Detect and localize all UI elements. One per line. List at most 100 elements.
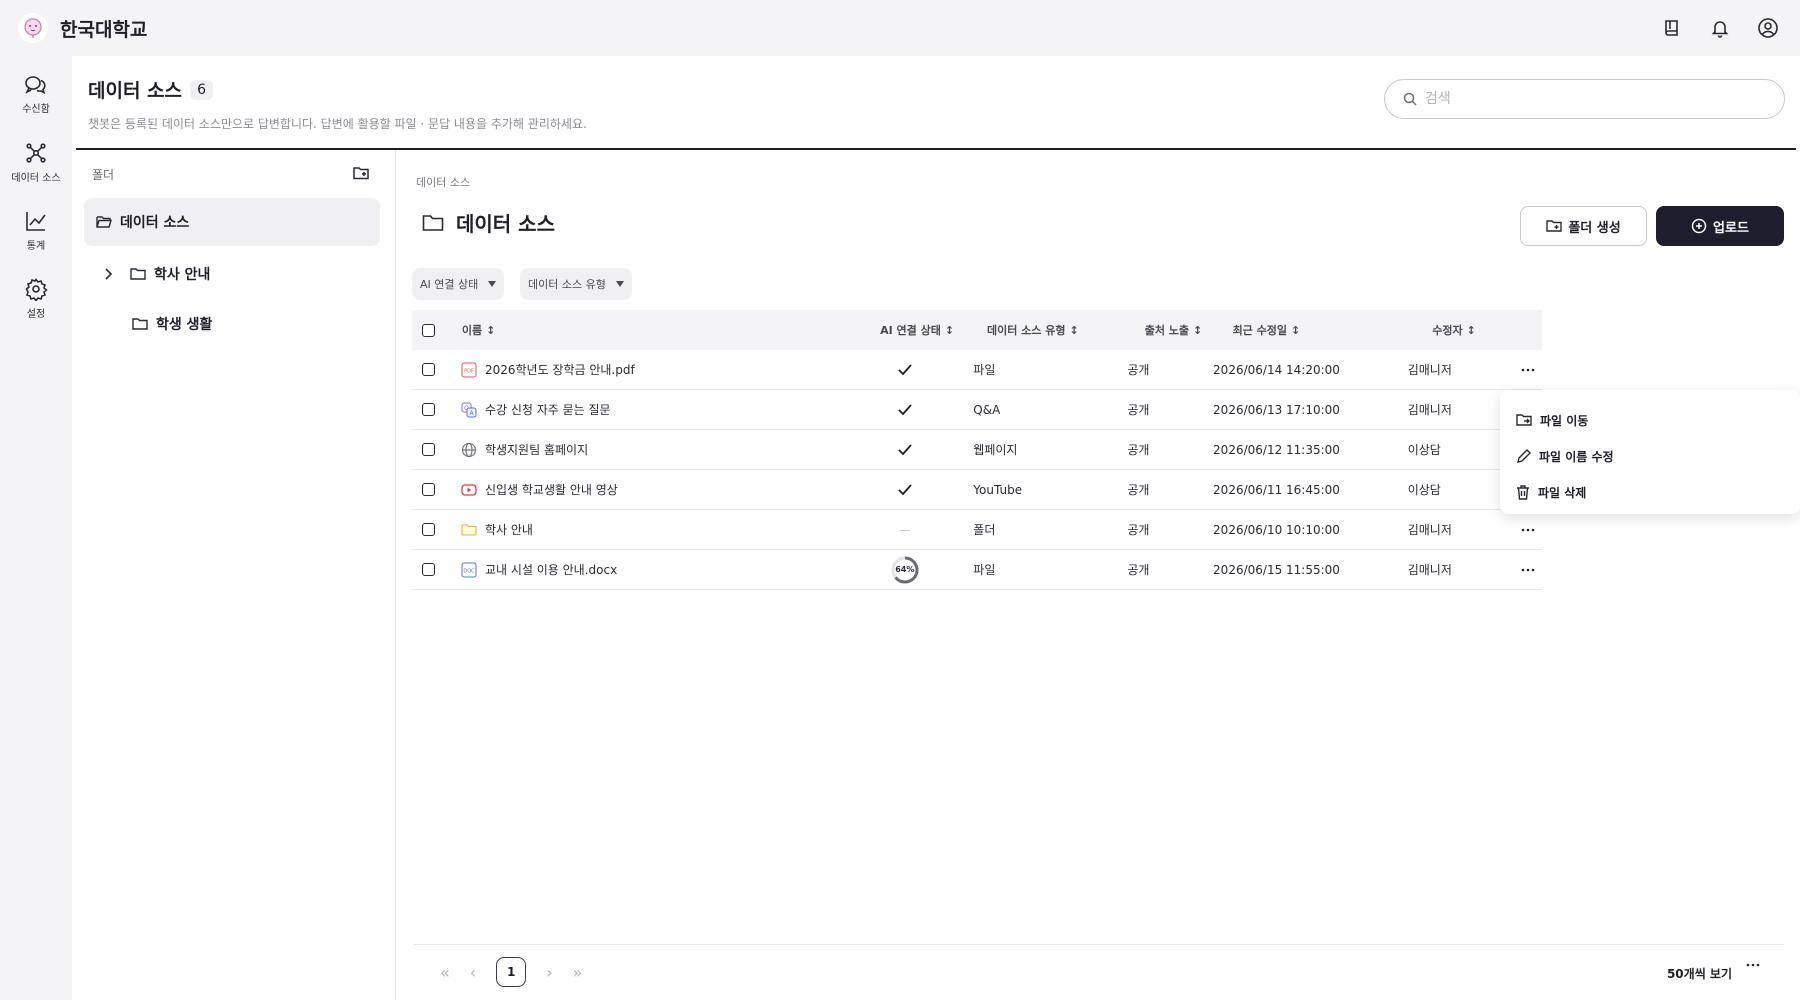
pager-more-button[interactable]: [1746, 963, 1760, 967]
row-more-button[interactable]: [1515, 528, 1542, 532]
column-header-name[interactable]: 이름 ↕: [462, 322, 861, 338]
menu-label: 파일 삭제: [1538, 485, 1587, 500]
folder-label: 학생 생활: [156, 317, 213, 333]
row-date: 2026/06/15 11:55:00: [1213, 562, 1340, 577]
filter-label: AI 연결 상태: [420, 278, 479, 291]
row-name[interactable]: 2026학년도 장학금 안내.pdf: [485, 361, 635, 378]
menu-item-delete[interactable]: 파일 삭제: [1516, 474, 1784, 510]
page-number[interactable]: 1: [496, 957, 527, 987]
column-header-date[interactable]: 최근 수정일 ↕: [1233, 322, 1433, 338]
row-checkbox[interactable]: [422, 363, 435, 376]
move-folder-icon: [1516, 414, 1532, 426]
sort-icon: ↕: [1193, 323, 1203, 337]
row-more-button[interactable]: [1515, 568, 1542, 572]
row-context-menu: 파일 이동 파일 이름 수정 파일 삭제: [1500, 390, 1800, 514]
menu-label: 파일 이동: [1540, 413, 1589, 428]
folder-label: 학사 안내: [154, 267, 211, 283]
nav-item-settings[interactable]: 설정: [0, 264, 72, 332]
table-row[interactable]: DOC 교내 시설 이용 안내.docx 64% 파일 공개 2026/06/1…: [412, 550, 1542, 590]
create-folder-button[interactable]: 폴더 생성: [1520, 206, 1647, 246]
caret-down-icon: [615, 281, 624, 287]
nav-item-data-source[interactable]: 데이터 소스: [0, 128, 72, 196]
column-header-ai[interactable]: AI 연결 상태 ↕: [861, 322, 973, 338]
filter-source-type[interactable]: 데이터 소스 유형: [520, 268, 632, 300]
main-area: 데이터 소스 6 챗봇은 등록된 데이터 소스만으로 답변합니다. 답변에 활용…: [72, 56, 1800, 1000]
folder-icon: [422, 214, 444, 231]
row-checkbox[interactable]: [422, 563, 435, 576]
ai-progress-text: 64%: [895, 565, 915, 574]
table-row[interactable]: QA 수강 신청 자주 묻는 질문 Q&A 공개 2026/06/13 17:1…: [412, 390, 1542, 430]
row-checkbox[interactable]: [422, 403, 435, 416]
prev-page-icon[interactable]: ‹: [470, 963, 476, 982]
menu-item-move[interactable]: 파일 이동: [1516, 402, 1784, 438]
filter-ai-status[interactable]: AI 연결 상태: [412, 268, 505, 300]
row-exposure: 공개: [1127, 363, 1150, 377]
chart-icon: [26, 211, 46, 231]
folder-item-student-life[interactable]: 학생 생활: [132, 304, 212, 344]
row-type: 파일: [973, 563, 996, 577]
breadcrumb[interactable]: 데이터 소스: [416, 174, 470, 190]
doc-icon: DOC: [461, 562, 477, 577]
add-folder-button[interactable]: [352, 164, 370, 182]
select-all-checkbox[interactable]: [422, 323, 435, 337]
last-page-icon[interactable]: »: [573, 963, 583, 982]
search-input[interactable]: [1425, 91, 1755, 107]
row-name[interactable]: 신입생 학교생활 안내 영상: [485, 481, 618, 498]
data-source-icon: [26, 142, 46, 163]
content-title-text: 데이터 소스: [456, 212, 555, 236]
folder-open-icon: [96, 216, 112, 228]
row-name[interactable]: 학사 안내: [485, 521, 533, 538]
row-checkbox[interactable]: [422, 483, 435, 496]
row-name[interactable]: 수강 신청 자주 묻는 질문: [485, 401, 611, 418]
nav-label: 데이터 소스: [11, 172, 61, 184]
create-folder-label: 폴더 생성: [1568, 220, 1621, 236]
upload-label: 업로드: [1713, 220, 1749, 236]
folder-item-root[interactable]: 데이터 소스: [84, 198, 380, 246]
sort-icon: ↕: [1291, 323, 1301, 337]
row-type: Q&A: [973, 402, 1001, 417]
left-nav: 수신함 데이터 소스 통계 설정: [0, 56, 72, 1000]
first-page-icon[interactable]: «: [440, 963, 450, 982]
nav-item-inbox[interactable]: 수신함: [0, 60, 72, 128]
table-row[interactable]: 학생지원팀 홈페이지 웹페이지 공개 2026/06/12 11:35:00 이…: [412, 430, 1542, 470]
table-row[interactable]: 학사 안내 — 폴더 공개 2026/06/10 10:10:00 김매니저: [412, 510, 1542, 550]
row-type: 파일: [973, 363, 996, 377]
row-more-button[interactable]: [1515, 368, 1542, 372]
row-type: YouTube: [973, 482, 1023, 497]
book-icon[interactable]: [1658, 14, 1686, 42]
column-header-type[interactable]: 데이터 소스 유형 ↕: [973, 322, 1133, 338]
row-checkbox[interactable]: [422, 523, 435, 536]
upload-button[interactable]: 업로드: [1656, 206, 1784, 246]
check-icon: [898, 483, 912, 495]
bell-icon[interactable]: [1706, 14, 1734, 42]
per-page-select[interactable]: 50개씩 보기: [1667, 965, 1732, 982]
account-icon[interactable]: [1754, 14, 1782, 42]
check-icon: [898, 443, 912, 455]
sort-icon: ↕: [944, 323, 955, 337]
row-checkbox[interactable]: [422, 443, 435, 456]
row-name[interactable]: 학생지원팀 홈페이지: [485, 441, 588, 458]
next-page-icon[interactable]: ›: [546, 963, 552, 982]
check-icon: [898, 403, 912, 415]
brand-name: 한국대학교: [60, 18, 148, 41]
folder-panel-heading: 폴더: [92, 168, 115, 182]
column-label: AI 연결 상태: [880, 324, 941, 337]
menu-item-rename[interactable]: 파일 이름 수정: [1516, 438, 1784, 474]
more-horizontal-icon: [1746, 963, 1760, 967]
top-bar: 한국대학교: [0, 0, 1800, 56]
row-exposure: 공개: [1127, 563, 1150, 577]
row-name[interactable]: 교내 시설 이용 안내.docx: [485, 561, 617, 578]
nav-item-stats[interactable]: 통계: [0, 196, 72, 264]
column-header-modifier[interactable]: 수정자 ↕: [1432, 322, 1542, 338]
brand-logo[interactable]: [18, 13, 48, 43]
column-header-exposure[interactable]: 출처 노출 ↕: [1133, 322, 1233, 338]
table-row[interactable]: PDF 2026학년도 장학금 안내.pdf 파일 공개 2026/06/14 …: [412, 350, 1542, 390]
folder-item-academic[interactable]: 학사 안내: [100, 254, 210, 294]
row-modifier: 이상담: [1407, 483, 1441, 497]
row-exposure: 공개: [1127, 443, 1150, 457]
row-type: 폴더: [973, 523, 996, 537]
search-box[interactable]: [1384, 79, 1785, 119]
table-row[interactable]: 신입생 학교생활 안내 영상 YouTube 공개 2026/06/11 16:…: [412, 470, 1542, 510]
content-title: 데이터 소스: [422, 208, 555, 237]
chevron-right-icon[interactable]: [100, 266, 116, 282]
